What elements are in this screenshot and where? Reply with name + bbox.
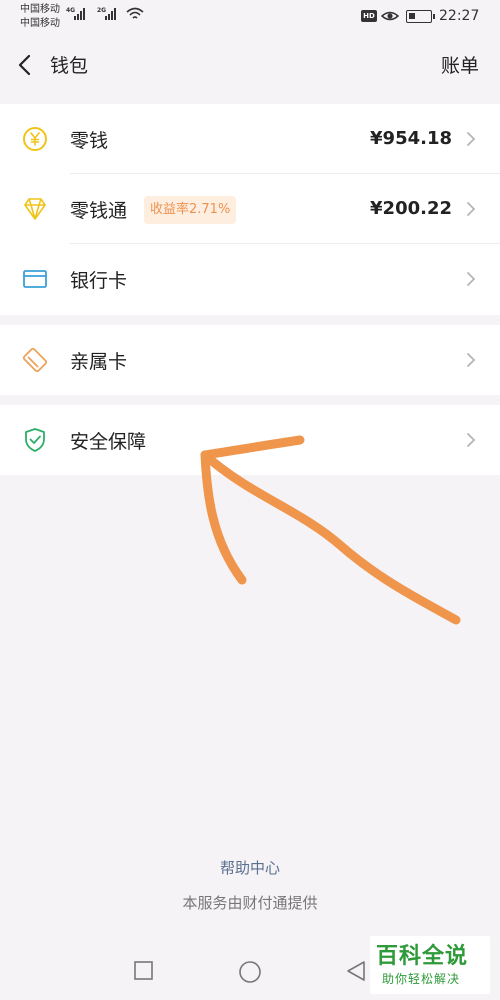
back-nav-icon[interactable] xyxy=(345,960,367,982)
yield-badge: 收益率2.71% xyxy=(144,196,237,224)
wallet-item-label: 银行卡 xyxy=(70,270,128,292)
wallet-item-bank-card[interactable]: 银行卡 xyxy=(0,244,500,314)
eye-icon xyxy=(381,11,399,21)
wallet-item-amount: ¥200.22 xyxy=(370,198,452,219)
clock: 22:27 xyxy=(439,8,480,24)
hd-badge: HD xyxy=(361,10,377,22)
wallet-item-label: 安全保障 xyxy=(70,431,147,453)
wallet-item-family-card[interactable]: 亲属卡 xyxy=(0,325,500,395)
watermark-title: 百科全说 xyxy=(376,944,469,969)
status-bar: 中国移动 中国移动 4G 2G HD 22:27 xyxy=(0,0,500,36)
battery-icon xyxy=(406,10,435,23)
service-provider-note: 本服务由财付通提供 xyxy=(182,894,318,912)
shield-check-icon xyxy=(25,428,45,452)
home-icon[interactable] xyxy=(238,960,262,984)
chevron-right-icon xyxy=(467,202,476,216)
chevron-right-icon xyxy=(467,353,476,367)
family-card-icon xyxy=(22,347,48,373)
recent-apps-icon[interactable] xyxy=(133,960,155,982)
security-group: 安全保障 xyxy=(0,405,500,475)
signal-icon-2 xyxy=(105,8,116,20)
header: 钱包 账单 xyxy=(0,36,500,94)
watermark-logo: 百科全说 助你轻松解决 xyxy=(370,936,490,994)
yuan-coin-icon xyxy=(23,127,47,151)
carrier-label-2: 中国移动 xyxy=(20,18,60,29)
chevron-right-icon xyxy=(467,132,476,146)
wallet-item-label: 零钱通 xyxy=(70,200,128,222)
wallet-item-lqt[interactable]: 零钱通 收益率2.71% ¥200.22 xyxy=(0,174,500,244)
carrier-label-1: 中国移动 xyxy=(20,4,60,15)
wallet-item-label: 亲属卡 xyxy=(70,351,128,373)
page-title: 钱包 xyxy=(50,55,89,77)
wallet-item-label: 零钱 xyxy=(70,130,109,152)
bill-button[interactable]: 账单 xyxy=(441,51,479,78)
help-center-link[interactable]: 帮助中心 xyxy=(0,857,500,878)
signal-icon-1 xyxy=(74,8,85,20)
family-card-group: 亲属卡 xyxy=(0,325,500,395)
wallet-item-amount: ¥954.18 xyxy=(370,128,452,149)
wallet-item-security[interactable]: 安全保障 xyxy=(0,405,500,475)
wallet-item-change[interactable]: 零钱 ¥954.18 xyxy=(0,104,500,174)
back-button[interactable] xyxy=(14,50,38,80)
chevron-right-icon xyxy=(467,433,476,447)
diamond-icon xyxy=(24,198,46,220)
chevron-right-icon xyxy=(467,272,476,286)
bank-card-icon xyxy=(23,270,47,288)
wifi-icon xyxy=(126,7,144,19)
wallet-balance-group: 零钱 ¥954.18 零钱通 收益率2.71% ¥200.22 银行卡 xyxy=(0,104,500,315)
watermark-subtitle: 助你轻松解决 xyxy=(382,972,461,986)
